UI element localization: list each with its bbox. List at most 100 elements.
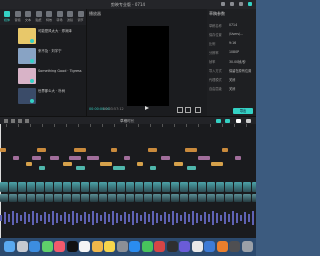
video-clip[interactable] <box>108 182 116 192</box>
video-clip[interactable] <box>216 182 224 192</box>
video-clip[interactable] <box>234 194 242 202</box>
effect-clip[interactable] <box>50 156 59 160</box>
video-clip[interactable] <box>180 194 188 202</box>
add-icon[interactable] <box>30 59 34 63</box>
magnet-icon[interactable] <box>216 119 221 123</box>
video-clip[interactable] <box>27 182 35 192</box>
messages-icon[interactable] <box>41 241 53 252</box>
effect-clip[interactable] <box>148 148 157 152</box>
finder-icon[interactable] <box>4 241 15 252</box>
video-clip[interactable] <box>135 182 143 192</box>
effect-clip[interactable] <box>100 162 112 166</box>
effect-clip[interactable] <box>26 162 32 166</box>
effect-clip[interactable] <box>111 148 117 152</box>
safari-icon[interactable] <box>29 241 40 252</box>
link-icon[interactable] <box>225 119 230 123</box>
export-icon[interactable] <box>248 2 252 6</box>
effect-clip[interactable] <box>174 162 183 166</box>
photos-icon[interactable] <box>91 241 103 252</box>
preview-axis-icon[interactable] <box>236 119 241 123</box>
select-tool-icon[interactable] <box>4 119 8 123</box>
tab-tool[interactable]: 滤镜 <box>65 11 75 23</box>
video-clip[interactable] <box>144 194 152 202</box>
video-clip[interactable] <box>72 194 80 202</box>
video-clip[interactable] <box>198 182 206 192</box>
video-clip[interactable] <box>162 194 170 202</box>
video-clip[interactable] <box>108 194 116 202</box>
effect-clip[interactable] <box>235 156 241 160</box>
list-item[interactable]: Something Good · Tigress <box>18 68 86 84</box>
video-clip[interactable] <box>27 194 35 202</box>
video-clip[interactable] <box>99 194 107 202</box>
video-clip[interactable] <box>189 182 197 192</box>
notes-icon[interactable] <box>104 241 115 252</box>
tab-tool[interactable]: 媒体 <box>2 11 12 23</box>
redo-icon[interactable] <box>18 119 22 123</box>
layout-icon[interactable] <box>221 2 225 6</box>
video-clip[interactable] <box>36 194 44 202</box>
video-clip[interactable] <box>54 182 62 192</box>
effect-clip[interactable] <box>32 156 41 160</box>
undo-icon[interactable] <box>11 119 15 123</box>
video-clip[interactable] <box>225 182 233 192</box>
video-clip[interactable] <box>189 194 197 202</box>
video-clip[interactable] <box>0 182 8 192</box>
video-clip[interactable] <box>81 194 89 202</box>
app-icon[interactable] <box>191 241 203 252</box>
timeline[interactable] <box>0 124 256 238</box>
video-clip[interactable] <box>0 194 8 202</box>
tab-tool[interactable]: 特效 <box>44 11 54 23</box>
video-clip[interactable] <box>18 194 26 202</box>
effect-clip[interactable] <box>39 166 45 170</box>
video-clip[interactable] <box>117 182 125 192</box>
effect-clip[interactable] <box>37 148 46 152</box>
launchpad-icon[interactable] <box>16 241 28 252</box>
split-icon[interactable] <box>25 119 29 123</box>
effect-clip[interactable] <box>198 156 210 160</box>
settings-icon[interactable] <box>239 2 243 6</box>
settings-icon[interactable] <box>116 241 128 252</box>
video-clip[interactable] <box>126 194 134 202</box>
video-clip[interactable] <box>135 194 143 202</box>
video-clip[interactable] <box>63 194 71 202</box>
app-icon[interactable] <box>204 241 215 252</box>
list-item[interactable]: 世界那么大 · 朴树 <box>18 88 86 104</box>
video-clip[interactable] <box>126 182 134 192</box>
video-preview[interactable] <box>127 26 169 106</box>
effect-clip[interactable] <box>13 156 19 160</box>
effect-clip[interactable] <box>63 162 72 166</box>
video-clip[interactable] <box>180 182 188 192</box>
list-item[interactable]: 来不及 · 刘宇宁 <box>18 48 86 64</box>
video-clip[interactable] <box>99 182 107 192</box>
video-clip[interactable] <box>72 182 80 192</box>
fit-icon[interactable] <box>177 107 183 113</box>
zoom-icon[interactable] <box>246 119 251 123</box>
app-icon[interactable] <box>166 241 178 252</box>
effect-clip[interactable] <box>69 156 81 160</box>
video-clip[interactable] <box>243 182 251 192</box>
effect-clip[interactable] <box>161 156 170 160</box>
appstore-icon[interactable] <box>129 241 140 252</box>
tab-tool[interactable]: 文本 <box>23 11 33 23</box>
video-clip[interactable] <box>45 182 53 192</box>
effect-clip[interactable] <box>211 162 223 166</box>
effect-clip[interactable] <box>113 166 125 170</box>
effect-clip[interactable] <box>137 162 143 166</box>
tab-tool[interactable]: 音频 <box>13 11 23 23</box>
video-clip[interactable] <box>225 194 233 202</box>
effect-clip[interactable] <box>150 166 156 170</box>
video-clip[interactable] <box>171 194 179 202</box>
tab-tool[interactable]: 调节 <box>76 11 86 23</box>
tab-tool[interactable]: 转场 <box>55 11 65 23</box>
video-clip[interactable] <box>117 194 125 202</box>
video-clip[interactable] <box>63 182 71 192</box>
add-icon[interactable] <box>30 99 34 103</box>
trash-icon[interactable] <box>241 241 253 252</box>
app-icon[interactable] <box>229 241 240 252</box>
video-clip[interactable] <box>45 194 53 202</box>
effect-clip[interactable] <box>74 148 86 152</box>
play-icon[interactable] <box>145 106 149 110</box>
list-item[interactable]: 可能是风太大 · 郑润泽 <box>18 28 86 44</box>
app-icon[interactable] <box>179 241 190 252</box>
tab-tool[interactable]: 贴纸 <box>34 11 44 23</box>
